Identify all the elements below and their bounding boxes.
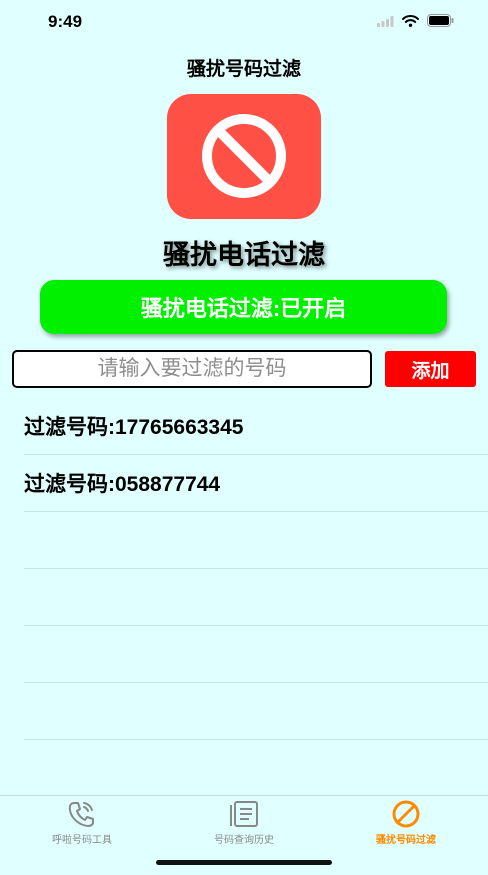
tab-phone-tools[interactable]: 呼啦号码工具	[22, 799, 142, 846]
filtered-number-text: 过滤号码:17765663345	[24, 416, 244, 439]
empty-list-row	[24, 683, 488, 740]
document-icon	[184, 799, 304, 829]
block-icon	[346, 799, 466, 829]
signal-icon	[377, 14, 394, 32]
tab-harass-filter[interactable]: 骚扰号码过滤	[346, 799, 466, 846]
list-item[interactable]: 过滤号码:17765663345	[24, 398, 488, 455]
list-item[interactable]: 过滤号码:058877744	[24, 455, 488, 512]
tab-label: 骚扰号码过滤	[376, 835, 436, 846]
tab-label: 号码查询历史	[214, 835, 274, 846]
tab-query-history[interactable]: 号码查询历史	[184, 799, 304, 846]
home-indicator	[156, 860, 332, 865]
wifi-icon	[402, 14, 419, 32]
empty-list-row	[24, 569, 488, 626]
filter-toggle-label: 骚扰电话过滤:已开启	[140, 296, 347, 321]
filtered-number-text: 过滤号码:058877744	[24, 473, 221, 496]
add-button[interactable]: 添加	[385, 351, 476, 387]
phone-icon	[22, 799, 142, 829]
app-logo	[167, 94, 321, 219]
empty-list-row	[24, 512, 488, 569]
page-heading: 骚扰电话过滤	[163, 240, 325, 270]
number-input[interactable]	[12, 350, 372, 388]
status-icons	[377, 14, 454, 32]
status-time: 9:49	[48, 12, 83, 31]
filtered-number-list: 过滤号码:17765663345 过滤号码:058877744	[24, 398, 488, 740]
battery-icon	[427, 14, 454, 32]
tab-label: 呼啦号码工具	[52, 835, 112, 846]
filter-toggle-button[interactable]: 骚扰电话过滤:已开启	[40, 280, 447, 334]
nav-title: 骚扰号码过滤	[186, 59, 301, 80]
empty-list-row	[24, 626, 488, 683]
